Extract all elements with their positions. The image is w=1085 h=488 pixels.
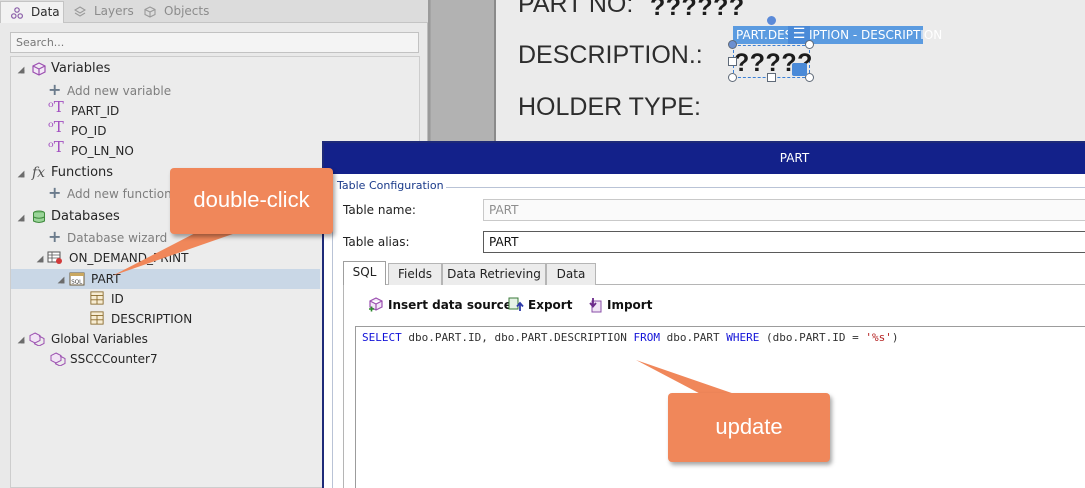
layers-icon [74, 6, 86, 17]
table-name-label: Table name: [343, 203, 416, 217]
tree-variables-label: Variables [51, 61, 111, 76]
description-label[interactable]: DESCRIPTION.: [518, 41, 703, 70]
add-function-label: Add new function [67, 187, 172, 201]
field-tag[interactable]: PART.DESCRIPTION - DESCRIPTION [733, 26, 942, 44]
collapse-icon[interactable] [17, 214, 25, 222]
resize-handle-tr[interactable] [805, 40, 814, 49]
collapse-icon[interactable] [17, 66, 25, 74]
panel-tabs: Data Layers Objects [0, 0, 428, 23]
data-source-icon[interactable] [792, 63, 807, 76]
sql-condition: (dbo.PART.ID = [759, 331, 866, 344]
variable-label: PO_LN_NO [71, 144, 134, 158]
tree-global-variables-label: Global Variables [51, 332, 148, 346]
plus-icon: + [48, 183, 62, 202]
svg-text:SQL: SQL [71, 280, 83, 286]
field-label: ID [111, 292, 124, 306]
insert-data-source-button[interactable]: Insert data source [366, 293, 512, 317]
group-caption: Table Configuration [335, 179, 446, 192]
collapse-icon[interactable] [17, 336, 25, 344]
connection-icon [47, 251, 62, 264]
tab-layers-label: Layers [94, 4, 134, 18]
plus-icon: + [48, 227, 62, 246]
holder-type-label[interactable]: HOLDER TYPE: [518, 93, 701, 122]
table-alias-field[interactable] [483, 231, 1085, 253]
collapse-icon[interactable] [57, 276, 65, 284]
sql-keyword-where: WHERE [726, 331, 760, 344]
part-no-label[interactable]: PART NO: [518, 0, 633, 19]
global-variable-icon [29, 332, 45, 346]
part-no-placeholder[interactable]: ?????? [650, 0, 745, 22]
dialog-title-bar[interactable]: PART [324, 143, 1085, 174]
resize-handle-tl[interactable] [728, 40, 737, 49]
double-click-callout-text: double-click [193, 187, 310, 212]
resize-handle-b[interactable] [767, 73, 776, 82]
tab-fields[interactable]: Fields [388, 263, 442, 285]
import-icon [589, 298, 602, 313]
update-callout: update [668, 393, 830, 462]
variable-label: PO_ID [71, 124, 107, 138]
text-variable-icon: ᵒT [48, 98, 64, 116]
add-variable-label: Add new variable [67, 84, 172, 98]
import-button[interactable]: Import [585, 293, 652, 317]
insert-data-source-label: Insert data source [388, 298, 512, 312]
export-icon [508, 297, 524, 311]
search-input[interactable] [10, 32, 419, 53]
export-label: Export [528, 298, 573, 312]
tree-databases-label: Databases [51, 209, 120, 224]
field-tag-label: PART.DESCRIPTION - DESCRIPTION [736, 28, 943, 42]
connection-label: ON_DEMAND_PRINT [69, 251, 189, 265]
tab-objects-label: Objects [164, 4, 210, 18]
table-label: PART [91, 272, 121, 286]
tree-functions-label: Functions [51, 165, 114, 180]
sql-close-paren: ) [891, 331, 899, 344]
table-name-field[interactable] [483, 199, 1085, 221]
insert-data-source-icon [369, 297, 383, 312]
sql-keyword-from: FROM [633, 331, 661, 344]
tab-data-preview[interactable]: Data [546, 263, 596, 285]
sql-parameter: '%s' [865, 331, 892, 344]
tab-data[interactable]: Data [0, 1, 64, 23]
data-icon [11, 7, 23, 19]
variable-label: PART_ID [71, 104, 120, 118]
text-variable-icon: ᵒT [48, 138, 64, 156]
database-icon [33, 210, 45, 223]
import-label: Import [607, 298, 653, 312]
collapse-icon[interactable] [17, 170, 25, 178]
sql-keyword-select: SELECT [362, 331, 402, 344]
group-divider [404, 187, 1085, 188]
sql-table: dbo.PART [660, 331, 727, 344]
global-variable-label: SSCCCounter7 [70, 352, 158, 366]
export-button[interactable]: Export [506, 293, 572, 317]
tab-objects[interactable]: Objects [134, 1, 214, 23]
dialog-title: PART [779, 151, 810, 165]
resize-handle-l[interactable] [728, 57, 737, 66]
dialog-tabs: SQL Fields Data Retrieving Data [343, 261, 1085, 286]
resize-handle-bl[interactable] [728, 73, 737, 82]
tab-data-label: Data [31, 5, 60, 19]
field-label: DESCRIPTION [111, 312, 193, 326]
global-variable-icon [50, 352, 66, 366]
text-variable-icon: ᵒT [48, 118, 64, 136]
sql-fields: dbo.PART.ID, dbo.PART.DESCRIPTION [401, 331, 634, 344]
field-icon [90, 291, 104, 305]
collapse-icon[interactable] [36, 255, 44, 263]
tab-data-retrieving[interactable]: Data Retrieving [442, 263, 546, 285]
tab-layers[interactable]: Layers [64, 1, 136, 23]
table-alias-label: Table alias: [343, 235, 410, 249]
rotate-handle[interactable] [767, 16, 776, 25]
function-icon: fx [32, 165, 46, 181]
field-icon [90, 311, 104, 325]
update-callout-text: update [715, 414, 783, 439]
double-click-callout: double-click [170, 168, 333, 234]
sql-table-icon: SQL [69, 272, 85, 286]
tree-table-part[interactable]: SQL PART [11, 269, 320, 289]
database-wizard-label: Database wizard [67, 231, 168, 245]
variable-cube-icon [32, 62, 46, 76]
tab-sql[interactable]: SQL [343, 261, 386, 286]
objects-icon [144, 6, 156, 18]
